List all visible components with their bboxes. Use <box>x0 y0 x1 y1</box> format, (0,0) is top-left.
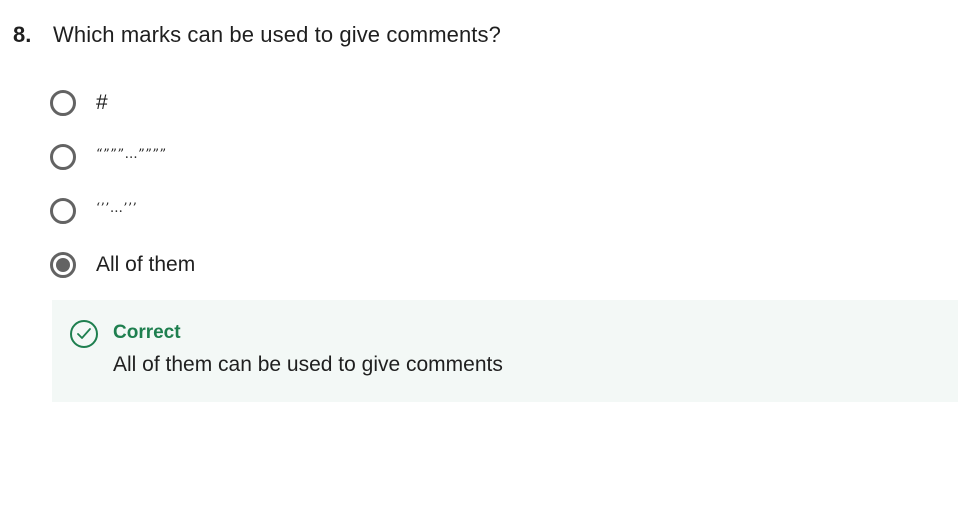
question-text: Which marks can be used to give comments… <box>53 22 501 47</box>
option-label: # <box>96 91 108 114</box>
radio-button-icon[interactable] <box>50 90 76 116</box>
option-label: ‘’’…’’’ <box>96 200 138 216</box>
option-triple-single-quotes[interactable]: ‘’’…’’’ <box>50 194 195 228</box>
option-triple-double-quotes[interactable]: “”””…”””” <box>50 140 195 174</box>
radio-button-icon[interactable] <box>50 144 76 170</box>
option-label: All of them <box>96 253 196 276</box>
radio-button-selected-icon[interactable] <box>50 252 76 278</box>
option-hash[interactable]: # <box>50 86 195 120</box>
check-circle-icon <box>70 320 98 348</box>
answer-options: # “”””…”””” ‘’’…’’’ All of them <box>50 86 195 302</box>
feedback-status: Correct <box>113 322 181 343</box>
feedback-panel: Correct All of them can be used to give … <box>52 300 958 402</box>
radio-button-icon[interactable] <box>50 198 76 224</box>
option-label: “”””…”””” <box>96 146 167 162</box>
question-header: 8. Which marks can be used to give comme… <box>13 20 501 50</box>
option-all-of-them[interactable]: All of them <box>50 248 195 282</box>
feedback-message: All of them can be used to give comments <box>113 353 503 376</box>
question-number: 8. <box>13 22 32 47</box>
